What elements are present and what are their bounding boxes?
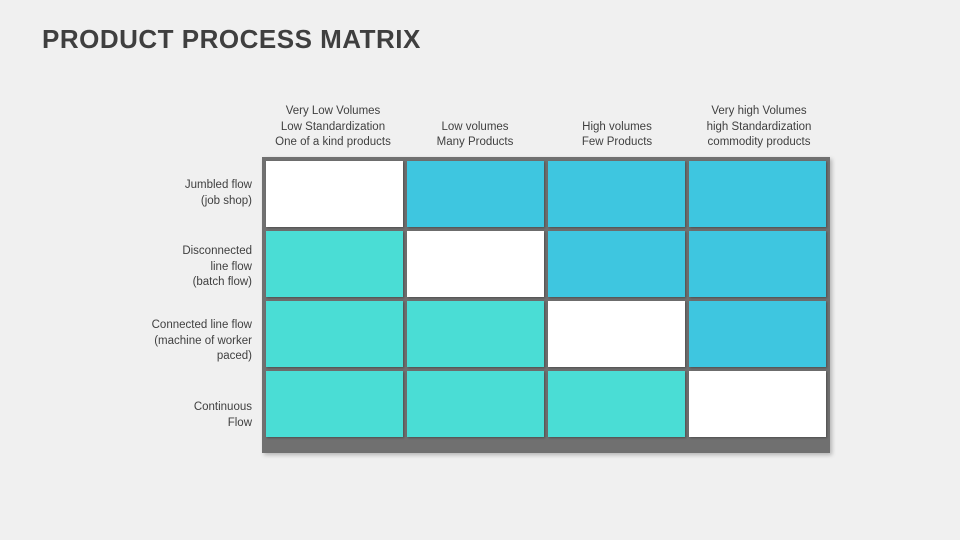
matrix-row (266, 301, 826, 367)
matrix-row (266, 161, 826, 227)
matrix-grid (262, 157, 830, 453)
matrix-cell (407, 231, 544, 297)
matrix-cell (548, 161, 685, 227)
page-title: PRODUCT PROCESS MATRIX (42, 24, 421, 55)
column-headers: Very Low Volumes Low Standardization One… (262, 104, 830, 157)
matrix-row (266, 231, 826, 297)
matrix-container: Very Low Volumes Low Standardization One… (136, 104, 836, 453)
row-headers: Jumbled flow (job shop) Disconnected lin… (136, 157, 262, 453)
row-header-line: Disconnected (182, 244, 252, 260)
row-header-line: paced) (217, 349, 252, 365)
row-header-line: (batch flow) (193, 275, 252, 291)
col-header-1: Low volumes Many Products (404, 104, 546, 157)
matrix-cell (407, 371, 544, 437)
col-header-line: commodity products (692, 135, 826, 151)
col-header-line: One of a kind products (266, 135, 400, 151)
matrix-cell (548, 371, 685, 437)
col-header-line: high Standardization (692, 120, 826, 136)
col-header-line: Few Products (550, 135, 684, 151)
matrix-cell (407, 161, 544, 227)
col-header-line: Very Low Volumes (266, 104, 400, 120)
matrix-cell (548, 231, 685, 297)
col-header-0: Very Low Volumes Low Standardization One… (262, 104, 404, 157)
row-header-line: Flow (228, 416, 252, 432)
col-header-line: High volumes (550, 120, 684, 136)
matrix-cell (689, 371, 826, 437)
row-header-line: (job shop) (201, 194, 252, 210)
row-header-3: Continuous Flow (136, 379, 262, 453)
matrix-cell (266, 301, 403, 367)
row-header-2: Connected line flow (machine of worker p… (136, 305, 262, 379)
matrix-cell (548, 301, 685, 367)
row-header-line: Continuous (194, 400, 252, 416)
row-header-1: Disconnected line flow (batch flow) (136, 231, 262, 305)
matrix-cell (689, 301, 826, 367)
col-header-line: Many Products (408, 135, 542, 151)
matrix-cell (689, 161, 826, 227)
row-header-line: line flow (210, 260, 252, 276)
matrix-cell (266, 231, 403, 297)
col-header-line: Low Standardization (266, 120, 400, 136)
matrix-cell (407, 301, 544, 367)
row-header-line: (machine of worker (154, 334, 252, 350)
matrix-cell (266, 161, 403, 227)
matrix-cell (689, 231, 826, 297)
col-header-line: Low volumes (408, 120, 542, 136)
row-header-0: Jumbled flow (job shop) (136, 157, 262, 231)
col-header-2: High volumes Few Products (546, 104, 688, 157)
col-header-3: Very high Volumes high Standardization c… (688, 104, 830, 157)
matrix-row (266, 371, 826, 437)
matrix-cell (266, 371, 403, 437)
row-header-line: Jumbled flow (185, 178, 252, 194)
row-header-line: Connected line flow (152, 318, 252, 334)
col-header-line: Very high Volumes (692, 104, 826, 120)
